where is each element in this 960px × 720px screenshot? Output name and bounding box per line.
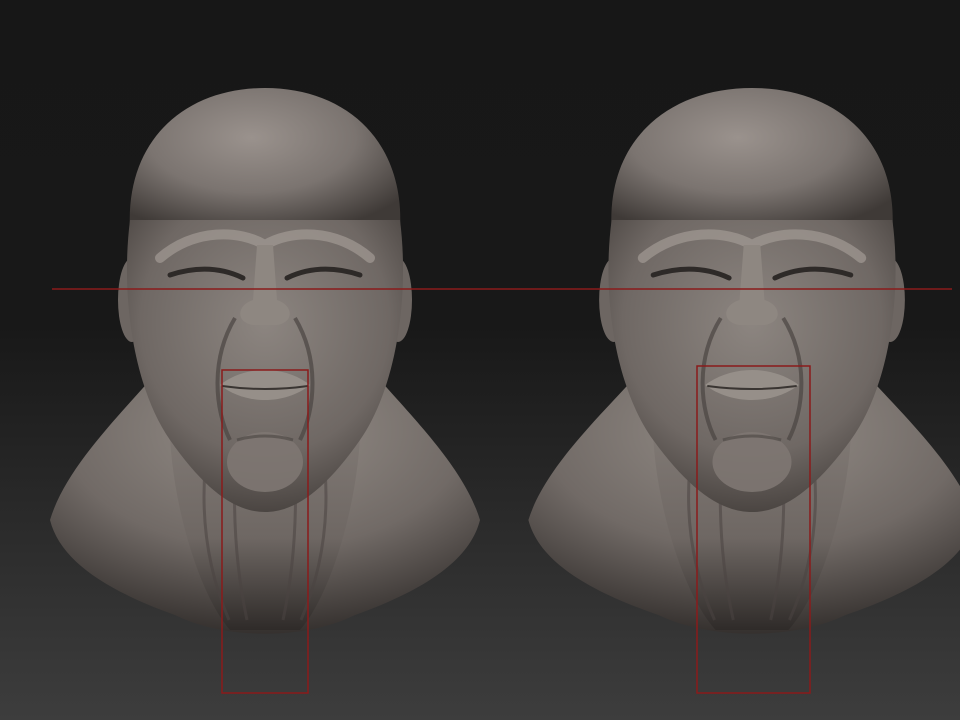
sculpt-viewport-svg[interactable]	[0, 0, 960, 720]
zbrush-canvas[interactable]	[0, 0, 960, 720]
